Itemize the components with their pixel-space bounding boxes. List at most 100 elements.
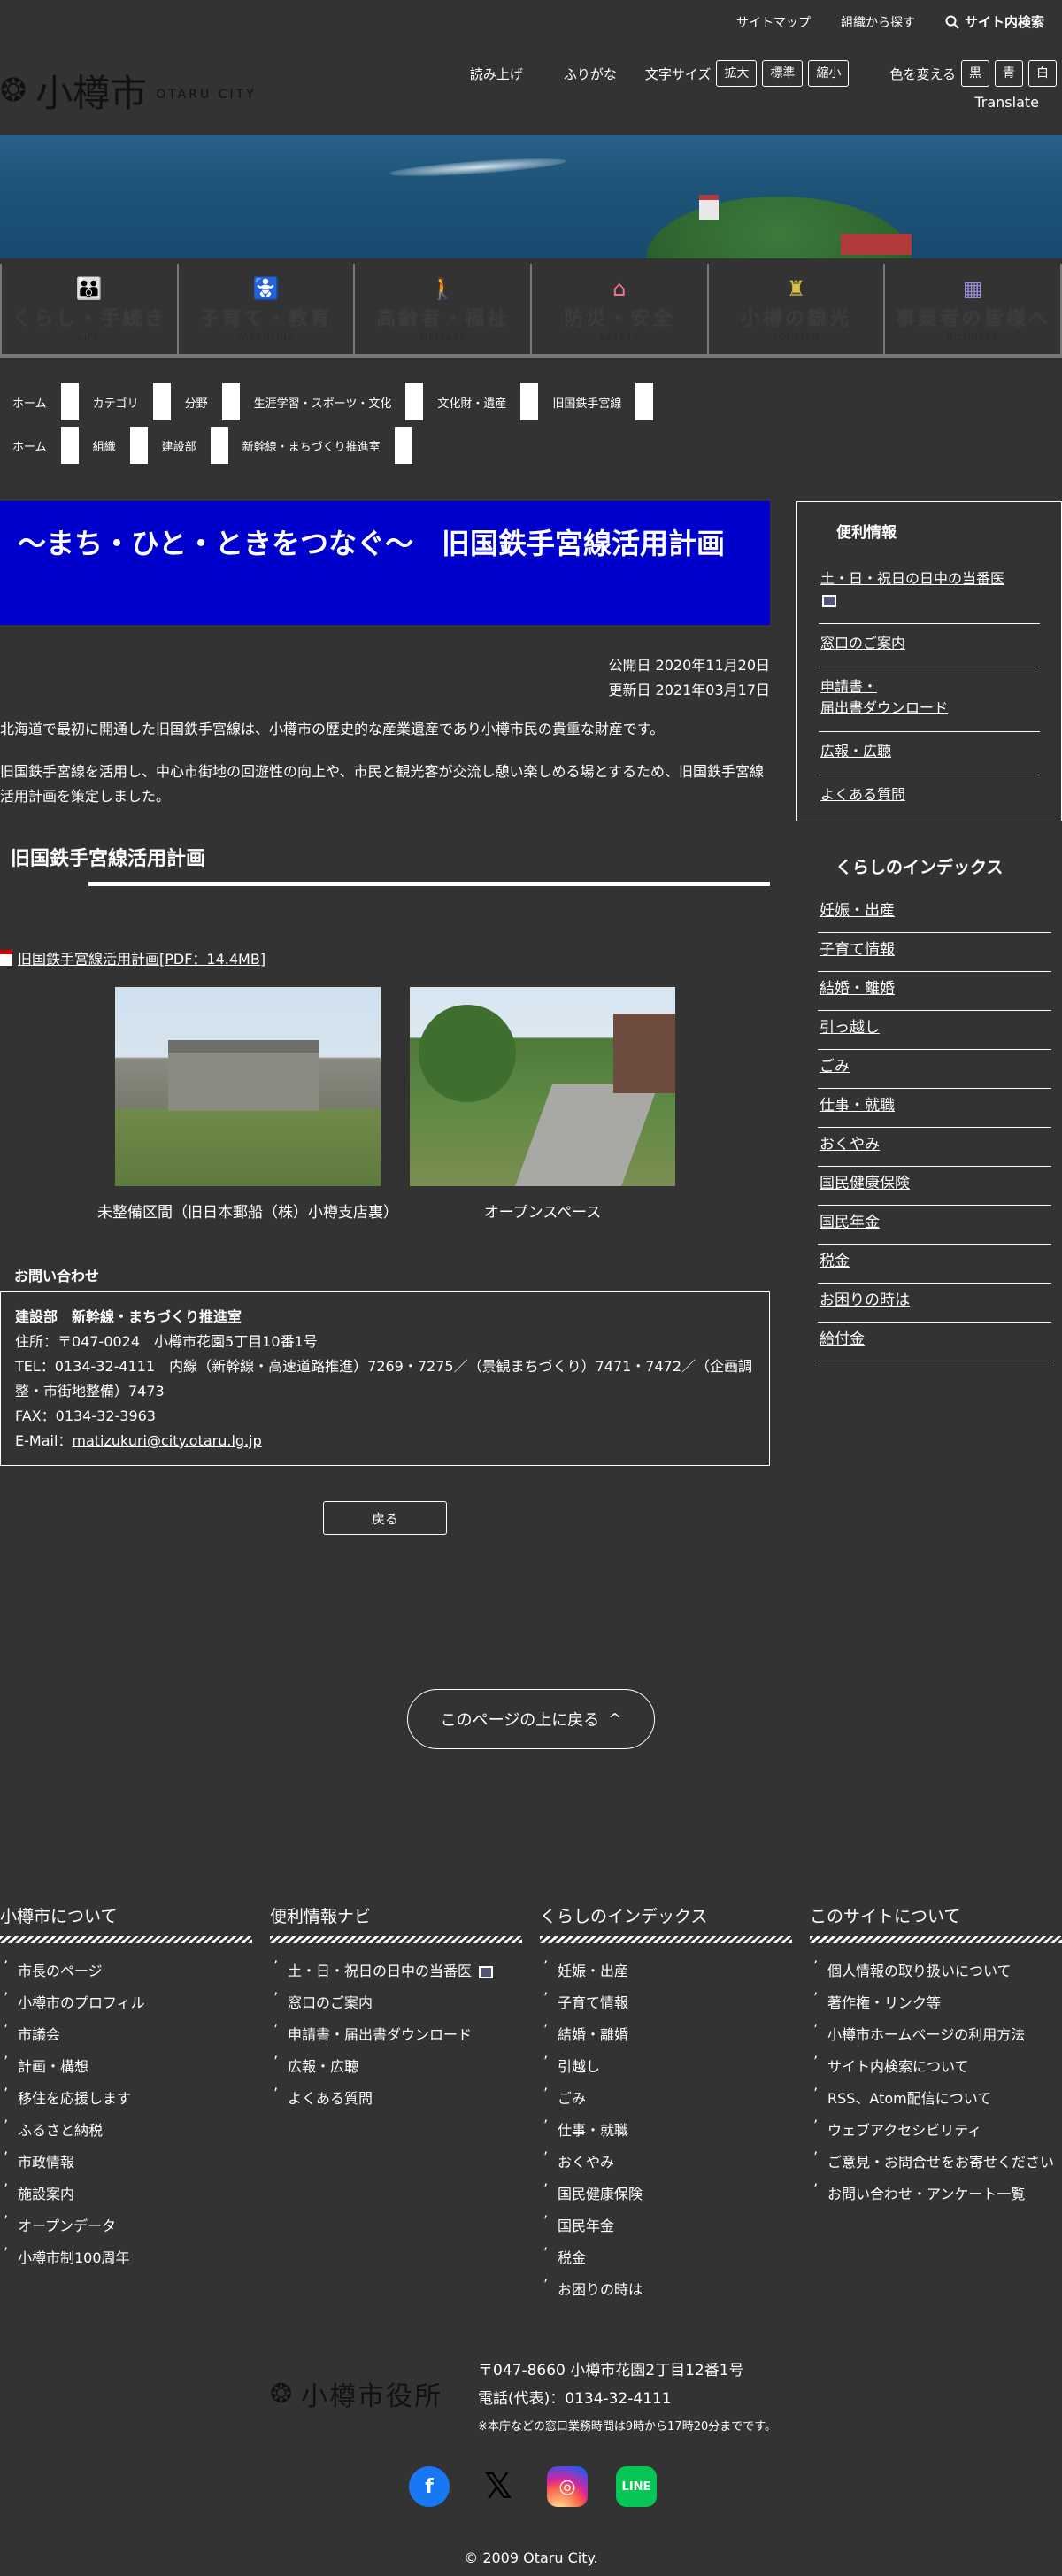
- footer-link[interactable]: 結婚・離婚: [540, 2014, 792, 2051]
- footer-link[interactable]: RSS、Atom配信について: [810, 2078, 1062, 2115]
- footer-link[interactable]: 移住を応援します: [0, 2078, 252, 2115]
- life-index-item[interactable]: 国民健康保険: [818, 1167, 1051, 1206]
- footer-link[interactable]: ふるさと納税: [0, 2109, 252, 2147]
- footer-column-index: くらしのインデックス 妊娠・出産子育て情報結婚・離婚引越しごみ仕事・就職おくやみ…: [540, 1903, 792, 2306]
- breadcrumb-item[interactable]: 新幹線・まちづくり推進室: [242, 437, 381, 454]
- heading-underline: [88, 882, 770, 886]
- color-white-button[interactable]: 白: [1028, 60, 1057, 87]
- breadcrumb-item[interactable]: 生涯学習・スポーツ・文化: [254, 394, 392, 411]
- footer-link[interactable]: 施設案内: [0, 2173, 252, 2210]
- life-index-item[interactable]: 子育て情報: [818, 933, 1051, 972]
- useful-item[interactable]: 土・日・祝日の日中の当番医: [819, 559, 1040, 624]
- footer-link[interactable]: 国民健康保険: [540, 2173, 792, 2210]
- facebook-icon[interactable]: f: [409, 2466, 450, 2507]
- life-index-item[interactable]: 国民年金: [818, 1206, 1051, 1245]
- city-hall-address: 〒047-8660 小樽市花園2丁目12番1号: [478, 2362, 744, 2379]
- footer-link[interactable]: ごみ: [540, 2078, 792, 2115]
- footer-logo[interactable]: ❂ 小樽市役所: [270, 2374, 442, 2413]
- category-welfare[interactable]: 🚶 高齢者・福祉 WELFARE: [355, 264, 533, 358]
- color-black-button[interactable]: 黒: [961, 60, 989, 87]
- life-index-item[interactable]: ごみ: [818, 1050, 1051, 1089]
- back-to-top-button[interactable]: このページの上に戻る ^: [407, 1689, 655, 1749]
- footer-link[interactable]: オープンデータ: [0, 2205, 252, 2242]
- life-index-item[interactable]: 引っ越し: [818, 1011, 1051, 1050]
- color-label: 色を変える: [889, 66, 956, 82]
- font-size-shrink-button[interactable]: 縮小: [808, 60, 850, 87]
- footer-link[interactable]: 市長のページ: [0, 1950, 252, 1987]
- footer-link[interactable]: 窓口のご案内: [270, 1982, 522, 2019]
- footer-link[interactable]: ご意見・お問合せをお寄せください: [810, 2141, 1062, 2179]
- breadcrumb-item[interactable]: 組織: [93, 437, 116, 454]
- lamp-icon: ♜: [786, 275, 806, 301]
- life-index-item[interactable]: 妊娠・出産: [818, 894, 1051, 933]
- category-tourism[interactable]: ♜ 小樽の観光 TOURISM: [708, 264, 886, 358]
- breadcrumb-item[interactable]: ホーム: [12, 394, 47, 411]
- category-business[interactable]: ▦ 事業者の皆様へ BUSINESS: [885, 264, 1062, 358]
- life-index-item[interactable]: おくやみ: [818, 1128, 1051, 1167]
- logo-text: 小樽市: [35, 72, 148, 115]
- footer-link[interactable]: 妊娠・出産: [540, 1950, 792, 1987]
- site-logo[interactable]: ❂ 小樽市 OTARU CITY: [0, 64, 257, 118]
- footer-link[interactable]: 仕事・就職: [540, 2109, 792, 2147]
- category-life[interactable]: 👪 くらし・手続き LIFE: [0, 264, 179, 358]
- life-index-item[interactable]: 税金: [818, 1245, 1051, 1284]
- color-blue-button[interactable]: 青: [995, 60, 1023, 87]
- useful-item[interactable]: 窓口のご案内: [819, 624, 1040, 667]
- breadcrumb-item[interactable]: 旧国鉄手宮線: [552, 394, 621, 411]
- font-size-standard-button[interactable]: 標準: [762, 60, 804, 87]
- breadcrumb-item[interactable]: 分野: [185, 394, 208, 411]
- footer-link[interactable]: 子育て情報: [540, 1982, 792, 2019]
- useful-info-box: 便利情報 土・日・祝日の日中の当番医 窓口のご案内 申請書・ 届出書ダウンロード…: [796, 501, 1062, 821]
- footer-column-useful: 便利情報ナビ 土・日・祝日の日中の当番医窓口のご案内申請書・届出書ダウンロード広…: [270, 1903, 522, 2115]
- font-size-enlarge-button[interactable]: 拡大: [716, 60, 758, 87]
- footer-link[interactable]: 税金: [540, 2237, 792, 2274]
- pdf-link-text[interactable]: 旧国鉄手宮線活用計画[PDF：14.4MB]: [18, 947, 266, 968]
- life-index-item[interactable]: 給付金: [818, 1323, 1051, 1361]
- breadcrumb-item[interactable]: カテゴリ: [93, 394, 139, 411]
- x-icon[interactable]: 𝕏: [478, 2466, 519, 2507]
- footer-link[interactable]: 国民年金: [540, 2205, 792, 2242]
- footer-link[interactable]: 市議会: [0, 2014, 252, 2051]
- breadcrumb-item[interactable]: 文化財・遺産: [437, 394, 506, 411]
- breadcrumb-item[interactable]: ホーム: [12, 437, 47, 454]
- footer-link[interactable]: 申請書・届出書ダウンロード: [270, 2014, 522, 2051]
- footer-column-title: 小樽市について: [0, 1907, 118, 1926]
- furigana-button[interactable]: ふりがな: [564, 65, 617, 83]
- footer-link[interactable]: 著作権・リンク等: [810, 1982, 1062, 2019]
- breadcrumb-item[interactable]: 建設部: [162, 437, 196, 454]
- instagram-icon[interactable]: ◎: [547, 2466, 588, 2507]
- back-button[interactable]: 戻る: [323, 1501, 447, 1535]
- org-search-link[interactable]: 組織から探す: [841, 13, 915, 31]
- footer-link[interactable]: お問い合わせ・アンケート一覧: [810, 2173, 1062, 2210]
- life-index-item[interactable]: 仕事・就職: [818, 1089, 1051, 1128]
- sitemap-link[interactable]: サイトマップ: [736, 13, 811, 31]
- category-parenting[interactable]: 🚼 子育て・教育 PARENTING: [178, 264, 356, 358]
- footer-link[interactable]: サイト内検索について: [810, 2046, 1062, 2083]
- photo-open-space: [410, 987, 675, 1186]
- useful-item[interactable]: 広報・広聴: [819, 732, 1040, 775]
- life-index-item[interactable]: 結婚・離婚: [818, 972, 1051, 1011]
- pdf-link[interactable]: 旧国鉄手宮線活用計画[PDF：14.4MB]: [0, 947, 266, 968]
- useful-item[interactable]: よくある質問: [819, 775, 1040, 818]
- footer-link[interactable]: 引越し: [540, 2046, 792, 2083]
- inquiry-email-link[interactable]: matizukuri@city.otaru.lg.jp: [72, 1432, 261, 1449]
- read-aloud-button[interactable]: 読み上げ: [470, 65, 523, 83]
- site-search-button[interactable]: サイト内検索: [945, 12, 1044, 31]
- footer-link[interactable]: よくある質問: [270, 2078, 522, 2115]
- footer-link[interactable]: ウェブアクセシビリティ: [810, 2109, 1062, 2147]
- translate-button[interactable]: Translate: [974, 94, 1039, 111]
- life-index-item[interactable]: お困りの時は: [818, 1284, 1051, 1323]
- footer-link[interactable]: おくやみ: [540, 2141, 792, 2179]
- footer-link[interactable]: お困りの時は: [540, 2269, 792, 2306]
- category-safety[interactable]: ⌂ 防災・安全 SAFETY: [532, 264, 709, 358]
- footer-link[interactable]: 個人情報の取り扱いについて: [810, 1950, 1062, 1987]
- line-icon[interactable]: LINE: [616, 2466, 657, 2507]
- footer-link[interactable]: 広報・広聴: [270, 2046, 522, 2083]
- useful-item[interactable]: 申請書・ 届出書ダウンロード: [819, 667, 1040, 732]
- footer-link[interactable]: 小樽市のプロフィル: [0, 1982, 252, 2019]
- footer-link[interactable]: 市政情報: [0, 2141, 252, 2179]
- footer-link[interactable]: 計画・構想: [0, 2046, 252, 2083]
- footer-link[interactable]: 小樽市制100周年: [0, 2237, 252, 2274]
- footer-link[interactable]: 小樽市ホームページの利用方法: [810, 2014, 1062, 2051]
- footer-link[interactable]: 土・日・祝日の日中の当番医: [270, 1950, 522, 1987]
